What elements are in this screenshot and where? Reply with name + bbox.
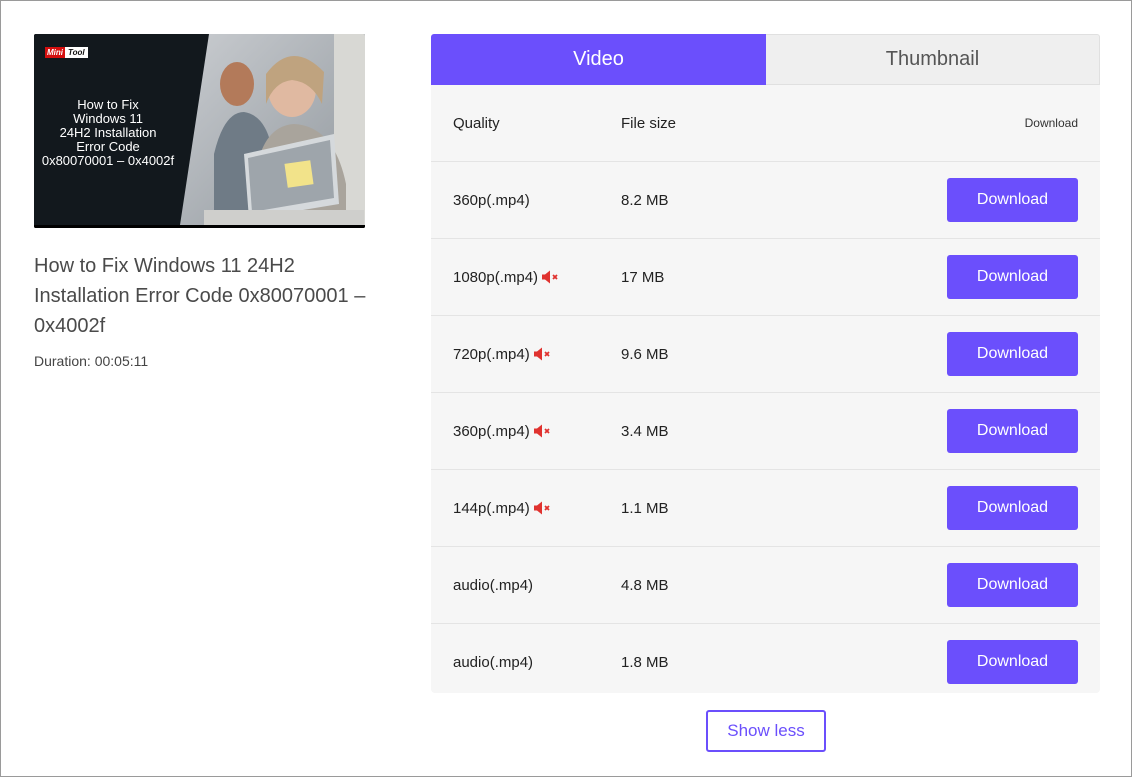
row-download-cell: Download [947,316,1078,392]
table-row: 360p(.mp4) 3.4 MB Download [431,393,1100,470]
row-quality: 1080p(.mp4) [453,239,561,315]
row-quality: 720p(.mp4) [453,316,553,392]
row-file-size: 3.4 MB [621,422,669,440]
download-button[interactable]: Download [947,332,1078,376]
row-file-size: 1.1 MB [621,499,669,517]
header-download: Download [1024,116,1078,130]
row-download-cell: Download [947,470,1078,546]
row-quality: audio(.mp4) [453,547,533,623]
quality-label: 720p(.mp4) [453,345,530,363]
header-quality: Quality [453,114,500,132]
row-download-cell: Download [947,624,1078,700]
thumbnail-title-line: 24H2 Installation [59,125,157,140]
speaker-muted-icon [533,424,550,438]
video-duration: Duration: 00:05:11 [34,353,149,369]
speaker-muted-icon [542,270,558,284]
quality-label: 360p(.mp4) [453,422,530,440]
row-quality: audio(.mp4) [453,624,533,700]
download-button[interactable]: Download [947,255,1078,299]
quality-label: 144p(.mp4) [453,499,530,517]
format-tabs: Video Thumbnail [431,34,1100,85]
quality-label: 360p(.mp4) [453,191,530,209]
row-download-cell: Download [947,162,1078,238]
row-download-cell: Download [947,547,1078,623]
speaker-muted-icon [533,501,550,515]
speaker-muted-icon [533,347,550,361]
row-file-size: 8.2 MB [621,191,669,209]
quality-label: audio(.mp4) [453,576,534,594]
row-file-size: 4.8 MB [621,576,669,594]
row-file-size: 9.6 MB [621,345,669,363]
thumbnail-bottom-bar [34,225,365,228]
download-button[interactable]: Download [947,486,1078,530]
row-quality: 360p(.mp4) [453,162,530,238]
thumbnail-title-line: Error Code [76,139,140,154]
thumbnail-title-line: Windows 11 [73,111,143,126]
download-button[interactable]: Download [947,563,1078,607]
table-row: audio(.mp4) 1.8 MB Download [431,624,1100,700]
table-row: 360p(.mp4) 8.2 MB Download [431,162,1100,239]
download-button[interactable]: Download [947,409,1078,453]
table-header: Quality File size Download [431,85,1100,162]
table-row: 1080p(.mp4) 17 MB Download [431,239,1100,316]
quality-label: audio(.mp4) [453,653,534,671]
row-quality: 144p(.mp4) [453,470,553,546]
thumbnail-title: How to Fix Windows 11 24H2 Installation … [34,98,182,168]
thumbnail-title-line: How to Fix [77,97,139,112]
row-download-cell: Download [947,239,1078,315]
table-row: 720p(.mp4) 9.6 MB Download [431,316,1100,393]
thumbnail-title-line: 0x80070001 – 0x4002f [41,153,175,168]
table-row: 144p(.mp4) 1.1 MB Download [431,470,1100,547]
download-button[interactable]: Download [947,640,1078,684]
video-thumbnail[interactable]: Mini Tool How to Fix Windows 11 24H2 Ins… [34,34,365,228]
row-quality: 360p(.mp4) [453,393,553,469]
show-less-button[interactable]: Show less [706,710,826,752]
table-row: audio(.mp4) 4.8 MB Download [431,547,1100,624]
download-table: Quality File size Download 360p(.mp4) 8.… [431,85,1100,693]
logo-mini-text: Mini [45,47,65,58]
video-title: How to Fix Windows 11 24H2 Installation … [34,255,366,337]
quality-label: 1080p(.mp4) [453,268,539,286]
header-file-size: File size [621,114,677,132]
row-file-size: 1.8 MB [621,653,669,671]
minitool-logo: Mini Tool [45,47,88,58]
page-frame: Mini Tool How to Fix Windows 11 24H2 Ins… [0,0,1132,777]
row-download-cell: Download [947,393,1078,469]
logo-tool-text: Tool [65,47,88,58]
tab-thumbnail[interactable]: Thumbnail [766,34,1100,85]
tab-video[interactable]: Video [431,34,766,85]
row-file-size: 17 MB [621,268,665,286]
download-button[interactable]: Download [947,178,1078,222]
